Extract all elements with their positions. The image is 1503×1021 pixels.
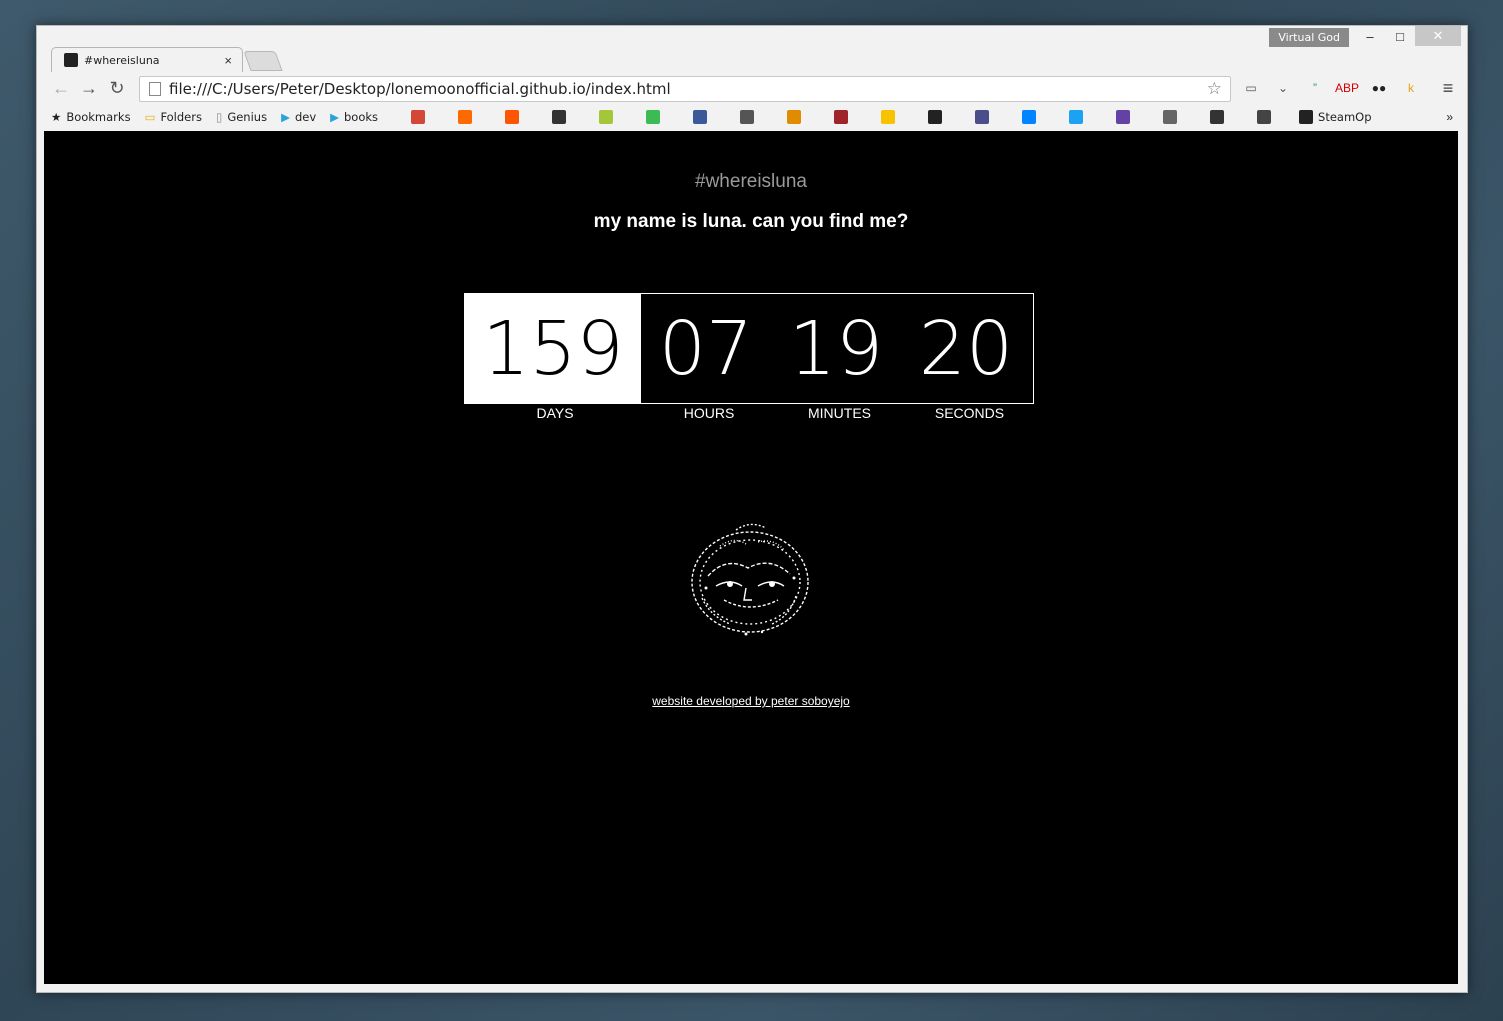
twitch-icon[interactable] (1116, 110, 1131, 124)
maximize-button[interactable]: □ (1385, 26, 1415, 46)
bookmark-label: dev (294, 110, 317, 124)
reddit-icon[interactable] (740, 110, 755, 124)
close-window-button[interactable]: ✕ (1415, 26, 1461, 46)
incognito-icon[interactable]: ●● (1368, 78, 1390, 98)
page-content: #whereisluna my name is luna. can you fi… (44, 131, 1458, 984)
window-caption: Virtual God – □ ✕ (1269, 26, 1461, 47)
bookmarks-bar: ★ Bookmarks ▭ Folders ▯ Genius ▶ dev ▶ books … (37, 106, 1467, 128)
bookmark-steamop[interactable]: SteamOp (1299, 110, 1372, 124)
countdown-hours: 07 (658, 305, 754, 392)
hangouts-icon[interactable]: ” (1304, 78, 1326, 98)
forward-icon[interactable]: → (75, 78, 103, 99)
minutes-label: MINUTES (808, 405, 871, 421)
moon-face-image (691, 523, 809, 636)
new-tab-button[interactable] (243, 51, 283, 71)
shield-crest-icon[interactable] (787, 110, 802, 124)
adblock-icon[interactable]: ABP (1335, 78, 1359, 98)
bookmark-icons (378, 110, 1272, 124)
back-icon[interactable]: ← (47, 78, 75, 99)
play-store-icon: ▶ (330, 110, 339, 124)
cast-icon[interactable]: ▭ (1240, 78, 1262, 98)
reload-icon[interactable]: ↻ (103, 78, 131, 99)
bars-icon[interactable] (834, 110, 849, 124)
android-icon[interactable] (599, 110, 614, 124)
countdown-labels: DAYS HOURS MINUTES SECONDS (464, 405, 1032, 421)
steam-icon (1299, 110, 1314, 124)
page-subtitle: my name is luna. can you find me? (593, 211, 909, 232)
bookmark-books[interactable]: ▶ books (330, 110, 378, 124)
days-label: DAYS (536, 405, 574, 421)
credit-link[interactable]: website developed by peter soboyejo (44, 694, 1458, 708)
page-icon (149, 82, 161, 96)
bookmark-genius[interactable]: ▯ Genius (216, 110, 267, 124)
star-icon: ★ (51, 110, 62, 124)
profile-button[interactable]: Virtual God (1269, 28, 1349, 47)
gmail-icon[interactable] (411, 110, 426, 124)
keep-icon[interactable] (881, 110, 896, 124)
s-icon[interactable] (1257, 110, 1272, 124)
tab-close-icon[interactable]: × (224, 53, 232, 68)
extensions-row: ▭ ⌄ ” ABP ●● k (1240, 78, 1432, 98)
network-icon[interactable] (646, 110, 661, 124)
menu-icon[interactable]: ≡ (1437, 78, 1459, 99)
countdown-minutes: 19 (788, 305, 884, 392)
tab-favicon-icon (64, 53, 78, 67)
k-icon[interactable]: k (1400, 78, 1422, 98)
tab-title: #whereisluna (84, 53, 160, 67)
bookmarks-overflow-icon[interactable]: » (1446, 110, 1453, 124)
messenger-icon[interactable] (1022, 110, 1037, 124)
countdown-days: 159 (465, 294, 641, 403)
badge-icon[interactable] (1210, 110, 1225, 124)
countdown-seconds: 20 (918, 305, 1014, 392)
bookmark-label: Folders (160, 110, 202, 124)
countdown: 159 07 19 20 (464, 293, 1034, 404)
play-icon[interactable] (552, 110, 567, 124)
headphones-icon[interactable] (458, 110, 473, 124)
twitter-icon[interactable] (1069, 110, 1084, 124)
address-bar[interactable]: file:///C:/Users/Peter/Desktop/lonemoono… (139, 76, 1231, 102)
minimize-button[interactable]: – (1355, 26, 1385, 46)
h-icon[interactable] (975, 110, 990, 124)
facebook-icon[interactable] (693, 110, 708, 124)
pocket-icon[interactable]: ⌄ (1272, 78, 1294, 98)
soundcloud-icon[interactable] (505, 110, 520, 124)
hours-label: HOURS (683, 405, 735, 421)
bookmark-label: Bookmarks (66, 110, 131, 124)
browser-window: Virtual God – □ ✕ #whereisluna × ← → ↻ f… (36, 25, 1468, 993)
browser-tab[interactable]: #whereisluna × (51, 47, 243, 72)
toolbar: ← → ↻ file:///C:/Users/Peter/Desktop/lon… (37, 72, 1467, 104)
bookmark-label: books (343, 110, 379, 124)
bookmark-bookmarks[interactable]: ★ Bookmarks (51, 110, 131, 124)
bookmark-folders[interactable]: ▭ Folders (145, 110, 202, 124)
github-icon[interactable] (928, 110, 943, 124)
play-store-icon: ▶ (281, 110, 290, 124)
url-text[interactable]: file:///C:/Users/Peter/Desktop/lonemoono… (169, 80, 1207, 98)
sword-icon[interactable] (1163, 110, 1178, 124)
page-hashtag: #whereisluna (695, 171, 807, 192)
bookmark-star-icon[interactable]: ☆ (1207, 79, 1222, 99)
bookmark-label: SteamOp (1318, 110, 1372, 124)
page-icon: ▯ (215, 110, 223, 124)
folder-icon: ▭ (144, 110, 156, 124)
bookmark-label: Genius (227, 110, 268, 124)
seconds-label: SECONDS (934, 405, 1005, 421)
bookmark-dev[interactable]: ▶ dev (281, 110, 316, 124)
